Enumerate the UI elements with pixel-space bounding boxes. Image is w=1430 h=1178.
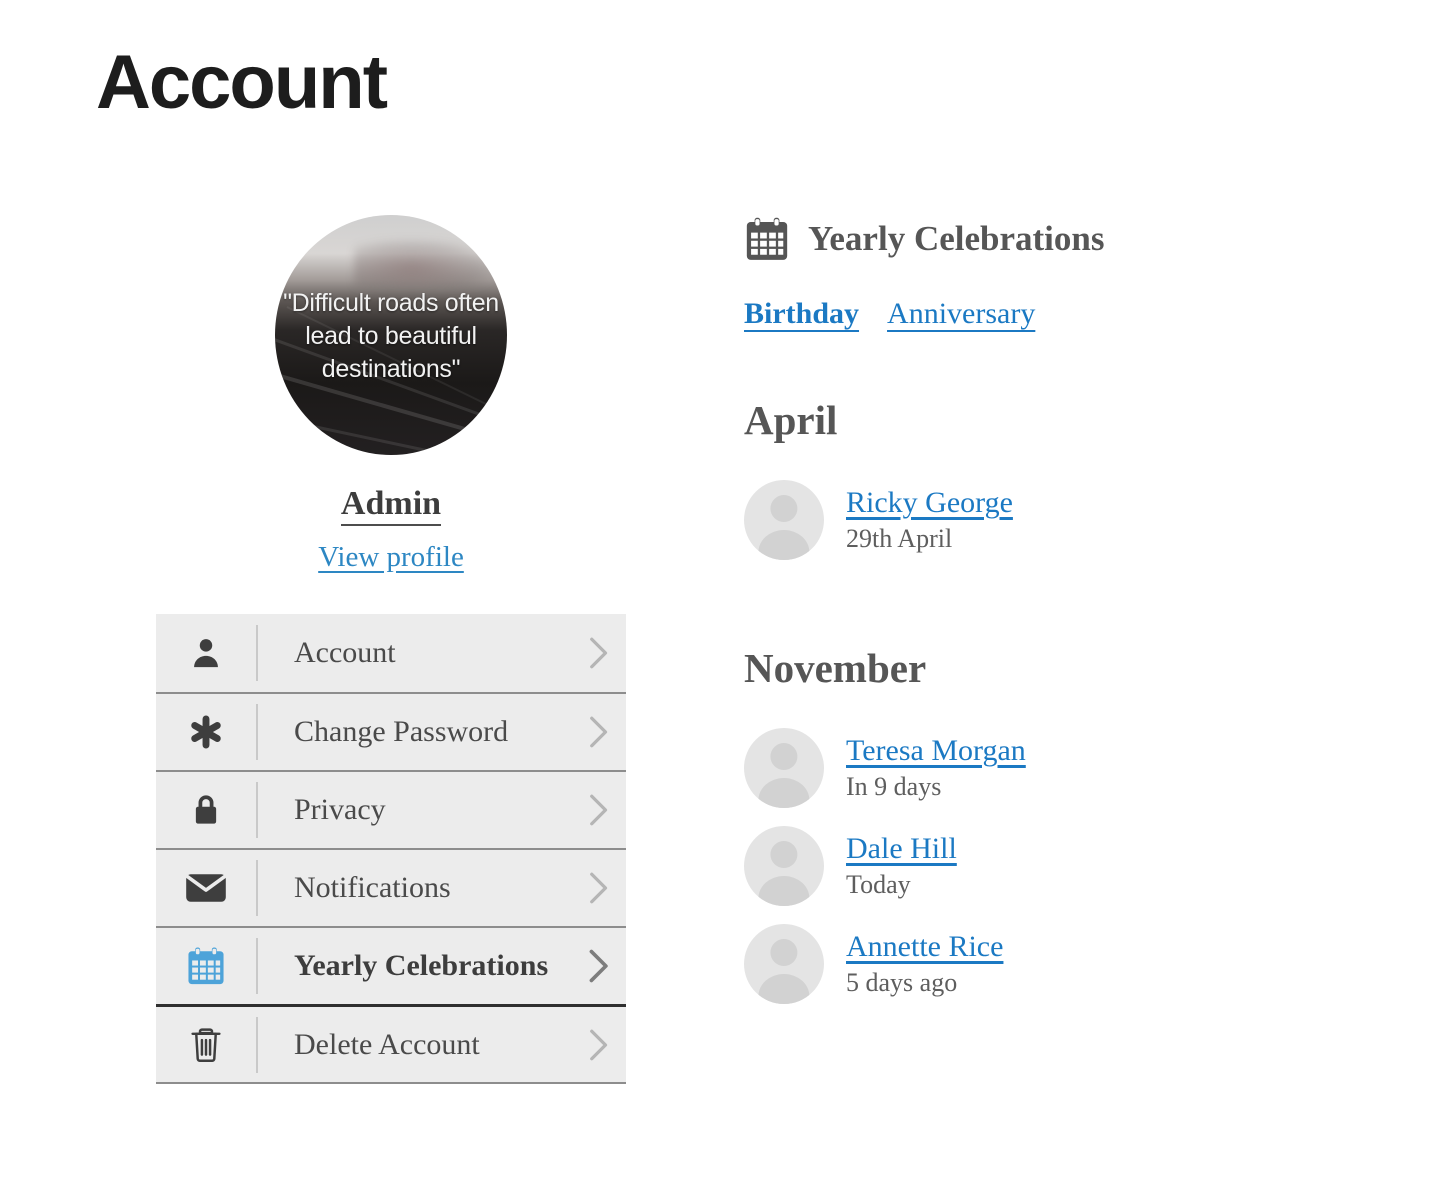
page-title: Account <box>96 40 388 125</box>
chevron-right-icon <box>570 868 626 908</box>
panel-title: Yearly Celebrations <box>808 219 1105 258</box>
list-item[interactable]: Annette Rice 5 days ago <box>744 924 1304 1004</box>
list-item[interactable]: Dale Hill Today <box>744 826 1304 906</box>
person-info: Annette Rice 5 days ago <box>846 929 1003 999</box>
person-info: Ricky George 29th April <box>846 485 1013 555</box>
menu-item-yearly-celebrations[interactable]: Yearly Celebrations <box>156 926 626 1004</box>
menu-item-label: Yearly Celebrations <box>294 949 549 982</box>
profile-name-text: Admin <box>340 485 442 526</box>
person-info: Teresa Morgan In 9 days <box>846 733 1026 803</box>
person-name-link[interactable]: Ricky George <box>846 485 1013 521</box>
list-item[interactable]: Ricky George 29th April <box>744 480 1304 560</box>
menu-item-account[interactable]: Account <box>156 614 626 692</box>
chevron-right-icon <box>570 633 626 673</box>
person-info: Dale Hill Today <box>846 831 957 901</box>
chevron-right-icon <box>570 945 626 987</box>
month-heading: April <box>744 397 838 443</box>
month-heading: November <box>744 645 927 691</box>
default-avatar-icon <box>744 480 824 560</box>
chevron-right-icon <box>570 790 626 830</box>
calendar-icon <box>156 946 256 986</box>
trash-icon <box>156 1026 256 1064</box>
profile-sidebar: "Difficult roads often lead to beautiful… <box>156 215 626 1084</box>
menu-item-label: Privacy <box>294 793 386 826</box>
person-icon <box>156 635 256 671</box>
list-item[interactable]: Teresa Morgan In 9 days <box>744 728 1304 808</box>
tab-birthday[interactable]: Birthday <box>744 296 859 332</box>
chevron-right-icon <box>570 1025 626 1065</box>
profile-name: Admin <box>156 484 626 526</box>
avatar-photo: "Difficult roads often lead to beautiful… <box>275 215 507 455</box>
menu-item-label: Change Password <box>294 715 509 748</box>
avatar-quote-text: "Difficult roads often lead to beautiful… <box>283 289 499 383</box>
default-avatar-icon <box>744 728 824 808</box>
view-profile: View profile <box>156 540 626 574</box>
menu-item-notifications[interactable]: Notifications <box>156 848 626 926</box>
person-name-link[interactable]: Dale Hill <box>846 831 957 867</box>
person-date: Today <box>846 870 911 899</box>
view-profile-link[interactable]: View profile <box>318 541 464 573</box>
default-avatar-icon <box>744 826 824 906</box>
avatar[interactable]: "Difficult roads often lead to beautiful… <box>274 215 509 458</box>
menu-item-label: Notifications <box>294 871 451 904</box>
account-page: Account "Difficult roads often lead to b… <box>0 0 1430 1178</box>
menu-item-delete-account[interactable]: Delete Account <box>156 1004 626 1082</box>
panel-header: Yearly Celebrations <box>744 216 1304 262</box>
envelope-icon <box>156 871 256 905</box>
menu-item-label: Delete Account <box>294 1027 480 1061</box>
person-date: 5 days ago <box>846 968 958 997</box>
celebration-list: Teresa Morgan In 9 days Dale Hill Today … <box>744 728 1304 1004</box>
tab-anniversary[interactable]: Anniversary <box>887 296 1035 332</box>
calendar-icon <box>744 216 790 262</box>
chevron-right-icon <box>570 712 626 752</box>
person-date: 29th April <box>846 524 953 553</box>
celebrations-panel: Yearly Celebrations Birthday Anniversary… <box>744 216 1304 1004</box>
celebration-list: Ricky George 29th April <box>744 480 1304 560</box>
person-name-link[interactable]: Teresa Morgan <box>846 733 1026 769</box>
asterisk-icon <box>156 713 256 751</box>
menu-item-label: Account <box>294 636 396 669</box>
person-date: In 9 days <box>846 772 942 801</box>
lock-icon <box>156 791 256 829</box>
settings-menu: Account Change Password Privacy Notifica… <box>156 614 626 1084</box>
person-name-link[interactable]: Annette Rice <box>846 929 1003 965</box>
default-avatar-icon <box>744 924 824 1004</box>
avatar-photo-trees <box>353 239 498 287</box>
menu-item-change-password[interactable]: Change Password <box>156 692 626 770</box>
menu-item-privacy[interactable]: Privacy <box>156 770 626 848</box>
celebration-type-tabs: Birthday Anniversary <box>744 296 1304 332</box>
